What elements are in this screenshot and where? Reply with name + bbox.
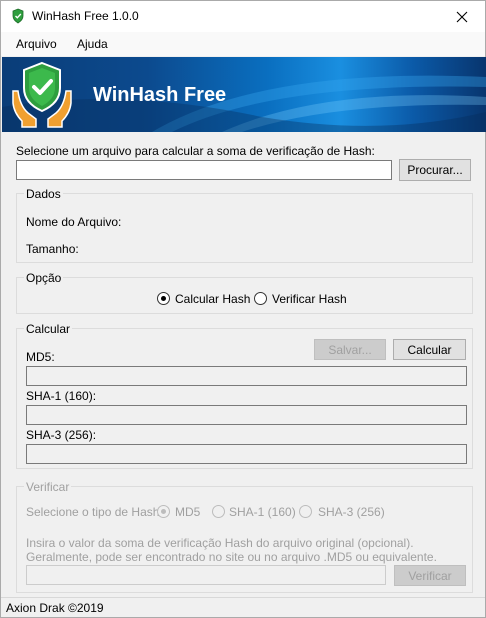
app-icon	[12, 8, 24, 24]
calc-hash-radio[interactable]	[157, 292, 170, 305]
filename-label: Nome do Arquivo:	[26, 215, 122, 229]
sha3-output[interactable]	[26, 444, 467, 464]
close-icon[interactable]	[439, 1, 485, 32]
dados-group-title: Dados	[24, 187, 63, 201]
verify-md5-radio[interactable]	[157, 505, 170, 518]
menu-arquivo[interactable]: Arquivo	[16, 37, 57, 51]
banner-swoosh-graphic	[2, 75, 486, 132]
browse-button[interactable]: Procurar...	[399, 159, 471, 181]
copyright-text: Axion Drak ©2019	[6, 601, 104, 615]
banner-app-name: WinHash Free	[93, 84, 227, 106]
verificar-group-title: Verificar	[24, 480, 72, 494]
md5-label: MD5:	[26, 350, 55, 364]
opcao-group-title: Opção	[24, 271, 64, 285]
verify-md5-label[interactable]: MD5	[175, 505, 200, 519]
verify-sha3-label[interactable]: SHA-3 (256)	[318, 505, 385, 519]
menu-ajuda[interactable]: Ajuda	[77, 37, 108, 51]
calcular-group-title: Calcular	[24, 322, 73, 336]
calculate-button[interactable]: Calcular	[393, 339, 466, 360]
shield-hands-logo	[12, 61, 72, 128]
menu-bar: Arquivo Ajuda	[1, 32, 485, 56]
file-path-input[interactable]	[16, 160, 392, 180]
save-button[interactable]: Salvar...	[314, 339, 386, 360]
calc-hash-label[interactable]: Calcular Hash	[175, 292, 250, 306]
verify-sha1-radio[interactable]	[212, 505, 225, 518]
header-banner: WinHash Free	[2, 57, 486, 132]
sha1-output[interactable]	[26, 405, 467, 425]
verify-sha3-radio[interactable]	[299, 505, 312, 518]
window-title: WinHash Free 1.0.0	[32, 9, 139, 23]
status-bar: Axion Drak ©2019	[1, 597, 485, 617]
verify-hash-radio[interactable]	[254, 292, 267, 305]
hash-type-label: Selecione o tipo de Hash:	[26, 505, 163, 519]
sha3-label: SHA-3 (256):	[26, 428, 97, 442]
verify-hint-line2: Geralmente, pode ser encontrado no site …	[26, 550, 437, 564]
verify-hash-label[interactable]: Verificar Hash	[272, 292, 347, 306]
title-bar: WinHash Free 1.0.0	[1, 1, 485, 32]
app-window: WinHash Free 1.0.0 Arquivo Ajuda WinHash…	[0, 0, 486, 618]
verify-hint-line1: Insira o valor da soma de verificação Ha…	[26, 536, 414, 550]
verify-button[interactable]: Verificar	[394, 565, 466, 586]
sha1-label: SHA-1 (160):	[26, 389, 97, 403]
original-hash-input[interactable]	[26, 565, 386, 585]
md5-output[interactable]	[26, 366, 467, 386]
file-prompt: Selecione um arquivo para calcular a som…	[16, 144, 375, 158]
verify-sha1-label[interactable]: SHA-1 (160)	[229, 505, 296, 519]
size-label: Tamanho:	[26, 242, 79, 256]
